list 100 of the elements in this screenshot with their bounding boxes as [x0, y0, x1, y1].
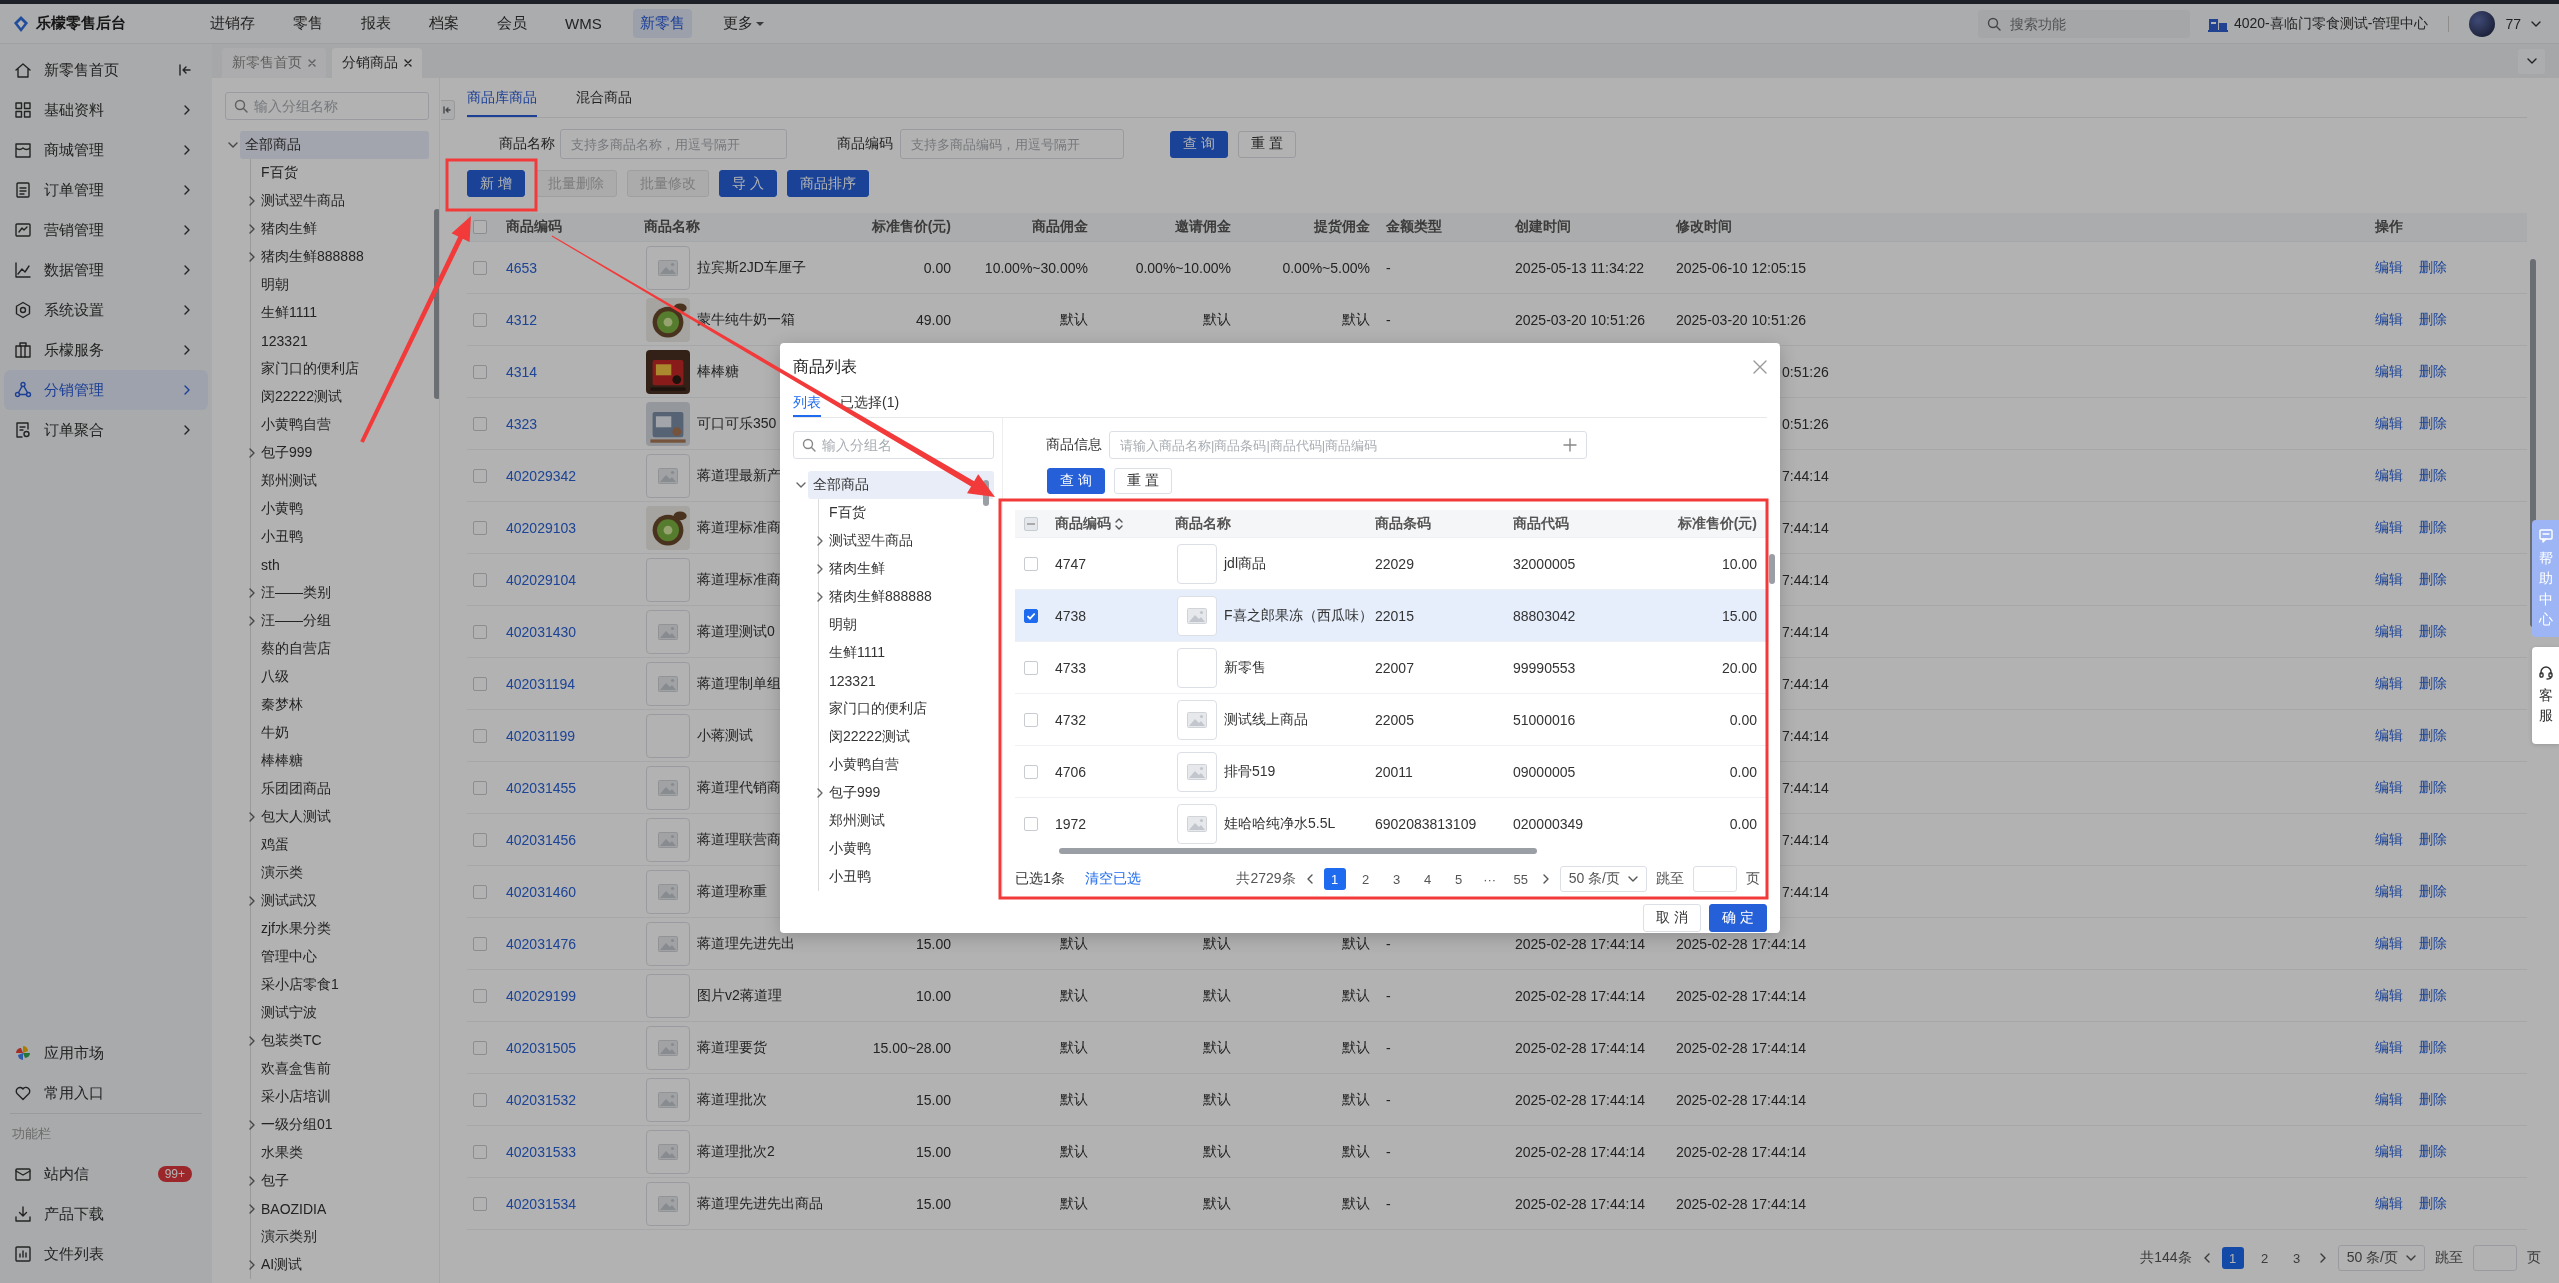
sidebar-item[interactable]: 分销管理 [4, 370, 208, 410]
content-tab[interactable]: 商品库商品 [467, 78, 537, 117]
tree-item[interactable]: 采小店零食1 [261, 971, 339, 999]
tree-item[interactable]: 小黄鸭自营 [829, 751, 899, 779]
product-code-link[interactable]: 402031455 [506, 779, 577, 796]
collapse-left-icon[interactable] [178, 63, 192, 77]
row-checkbox[interactable] [1024, 816, 1038, 831]
tree-item[interactable]: 采小店培训 [261, 1083, 331, 1111]
page-button[interactable]: 2 [1354, 868, 1377, 890]
page-button[interactable]: 55 [1509, 868, 1532, 890]
tree-item[interactable]: 包子999 [829, 779, 881, 807]
tree-item[interactable]: 蔡的自营店 [261, 635, 331, 663]
row-checkbox[interactable] [473, 1092, 487, 1107]
sidebar-item[interactable]: 系统设置 [4, 290, 208, 330]
tree-item[interactable]: 闵22222测试 [261, 383, 342, 411]
action-link[interactable]: 编辑 [2375, 518, 2403, 537]
nav-item[interactable]: 进销存 [203, 9, 262, 38]
tree-item[interactable]: 棒棒糖 [261, 747, 303, 775]
tree-item[interactable]: BAOZIDIA [261, 1195, 327, 1223]
row-checkbox[interactable] [1024, 556, 1038, 571]
clear-selection-link[interactable]: 清空已选 [1084, 870, 1141, 888]
sidebar-item[interactable]: 应用市场 [4, 1033, 208, 1073]
sidebar-item[interactable]: 站内信 99+ [4, 1154, 208, 1194]
action-link[interactable]: 删除 [2419, 1090, 2447, 1109]
tree-item[interactable]: 全部商品 [808, 471, 994, 499]
tree-item[interactable]: 包子999 [261, 439, 313, 467]
tree-item[interactable]: 乐团团商品 [261, 775, 331, 803]
row-checkbox[interactable] [1024, 608, 1038, 623]
action-link[interactable]: 编辑 [2375, 1194, 2403, 1213]
action-link[interactable]: 删除 [2419, 1038, 2447, 1057]
row-checkbox[interactable] [1024, 712, 1038, 727]
table-row[interactable]: 4738 F喜之郎果冻（西瓜味） 22015 88803042 15.00 [1015, 590, 1769, 642]
action-button[interactable]: 导 入 [718, 170, 777, 197]
tree-item[interactable]: 生鲜1111 [261, 299, 318, 327]
row-checkbox[interactable] [473, 520, 487, 535]
action-link[interactable]: 删除 [2419, 882, 2447, 901]
tree-item[interactable]: 水果类 [261, 1139, 303, 1167]
action-button[interactable]: 新 增 [467, 170, 525, 197]
action-link[interactable]: 删除 [2419, 934, 2447, 953]
action-link[interactable]: 删除 [2419, 1194, 2447, 1213]
action-link[interactable]: 删除 [2419, 726, 2447, 745]
tree-item[interactable]: 包大人测试 [261, 803, 331, 831]
action-link[interactable]: 编辑 [2375, 1090, 2403, 1109]
tree-item[interactable]: 包子 [261, 1167, 289, 1195]
sort-icon[interactable] [1115, 517, 1123, 530]
page-jump-field[interactable] [1693, 866, 1737, 892]
tree-item[interactable]: 测试武汉 [261, 887, 317, 915]
action-link[interactable]: 删除 [2419, 466, 2447, 485]
action-link[interactable]: 删除 [2419, 570, 2447, 589]
input-field[interactable]: 请输入商品名称|商品条码|商品代码|商品编码 [1109, 431, 1587, 459]
product-code-link[interactable]: 402031533 [506, 1143, 577, 1160]
sidebar-item[interactable]: 订单管理 [4, 170, 208, 210]
action-link[interactable]: 编辑 [2375, 778, 2403, 797]
page-tab[interactable]: 分销商品 [332, 48, 422, 78]
plus-icon[interactable] [1563, 438, 1577, 452]
action-link[interactable]: 删除 [2419, 622, 2447, 641]
product-code-link[interactable]: 402029342 [506, 467, 577, 484]
row-checkbox[interactable] [473, 884, 487, 899]
sidebar-item[interactable]: 产品下载 [4, 1194, 208, 1234]
action-link[interactable]: 编辑 [2375, 466, 2403, 485]
action-link[interactable]: 编辑 [2375, 882, 2403, 901]
customer-service-tab[interactable]: 客服 [2532, 647, 2559, 744]
nav-item[interactable]: 零售 [286, 9, 330, 38]
row-checkbox[interactable] [473, 988, 487, 1003]
row-checkbox[interactable] [1024, 764, 1038, 779]
action-link[interactable]: 编辑 [2375, 1038, 2403, 1057]
product-code-link[interactable]: 402031476 [506, 935, 577, 952]
product-code-link[interactable]: 402031460 [506, 883, 577, 900]
product-code-link[interactable]: 402031534 [506, 1195, 577, 1212]
action-link[interactable]: 删除 [2419, 258, 2447, 277]
tree-item[interactable]: 明朝 [261, 271, 289, 299]
tree-item[interactable]: 小丑鸭 [829, 863, 871, 891]
tree-item[interactable]: 郑州测试 [829, 807, 885, 835]
tree-item[interactable]: F百货 [829, 499, 866, 527]
action-link[interactable]: 删除 [2419, 778, 2447, 797]
action-link[interactable]: 删除 [2419, 1142, 2447, 1161]
action-link[interactable]: 删除 [2419, 518, 2447, 537]
page-size-select[interactable]: 50 条/页 [2337, 1245, 2425, 1271]
page-button[interactable]: 3 [1385, 868, 1408, 890]
action-link[interactable]: 编辑 [2375, 414, 2403, 433]
tree-item[interactable]: 演示类别 [261, 1223, 317, 1251]
tree-item[interactable]: 演示类 [261, 859, 303, 887]
page-button[interactable]: 3 [2285, 1247, 2308, 1269]
action-button[interactable]: 取 消 [1643, 904, 1702, 932]
header-checkbox[interactable] [1024, 516, 1038, 531]
input-field[interactable]: 支持多商品名称，用逗号隔开 [560, 129, 787, 159]
action-button[interactable]: 确 定 [1709, 904, 1767, 932]
row-checkbox[interactable] [1024, 660, 1038, 675]
tree-item[interactable]: 测试翌牛商品 [829, 527, 913, 555]
page-button[interactable]: 1 [2221, 1247, 2244, 1269]
product-code-link[interactable]: 402031456 [506, 831, 577, 848]
tree-item[interactable]: 汪——分组 [261, 607, 331, 635]
content-tab[interactable]: 混合商品 [576, 78, 632, 117]
page-button[interactable]: 5 [1447, 868, 1470, 890]
action-link[interactable]: 删除 [2419, 362, 2447, 381]
tree-item[interactable]: 秦梦林 [261, 691, 303, 719]
input-field[interactable]: 支持多商品编码，用逗号隔开 [900, 129, 1124, 159]
tab-menu-button[interactable] [2518, 48, 2545, 74]
action-button[interactable]: 查 询 [1170, 130, 1228, 158]
action-link[interactable]: 编辑 [2375, 310, 2403, 329]
